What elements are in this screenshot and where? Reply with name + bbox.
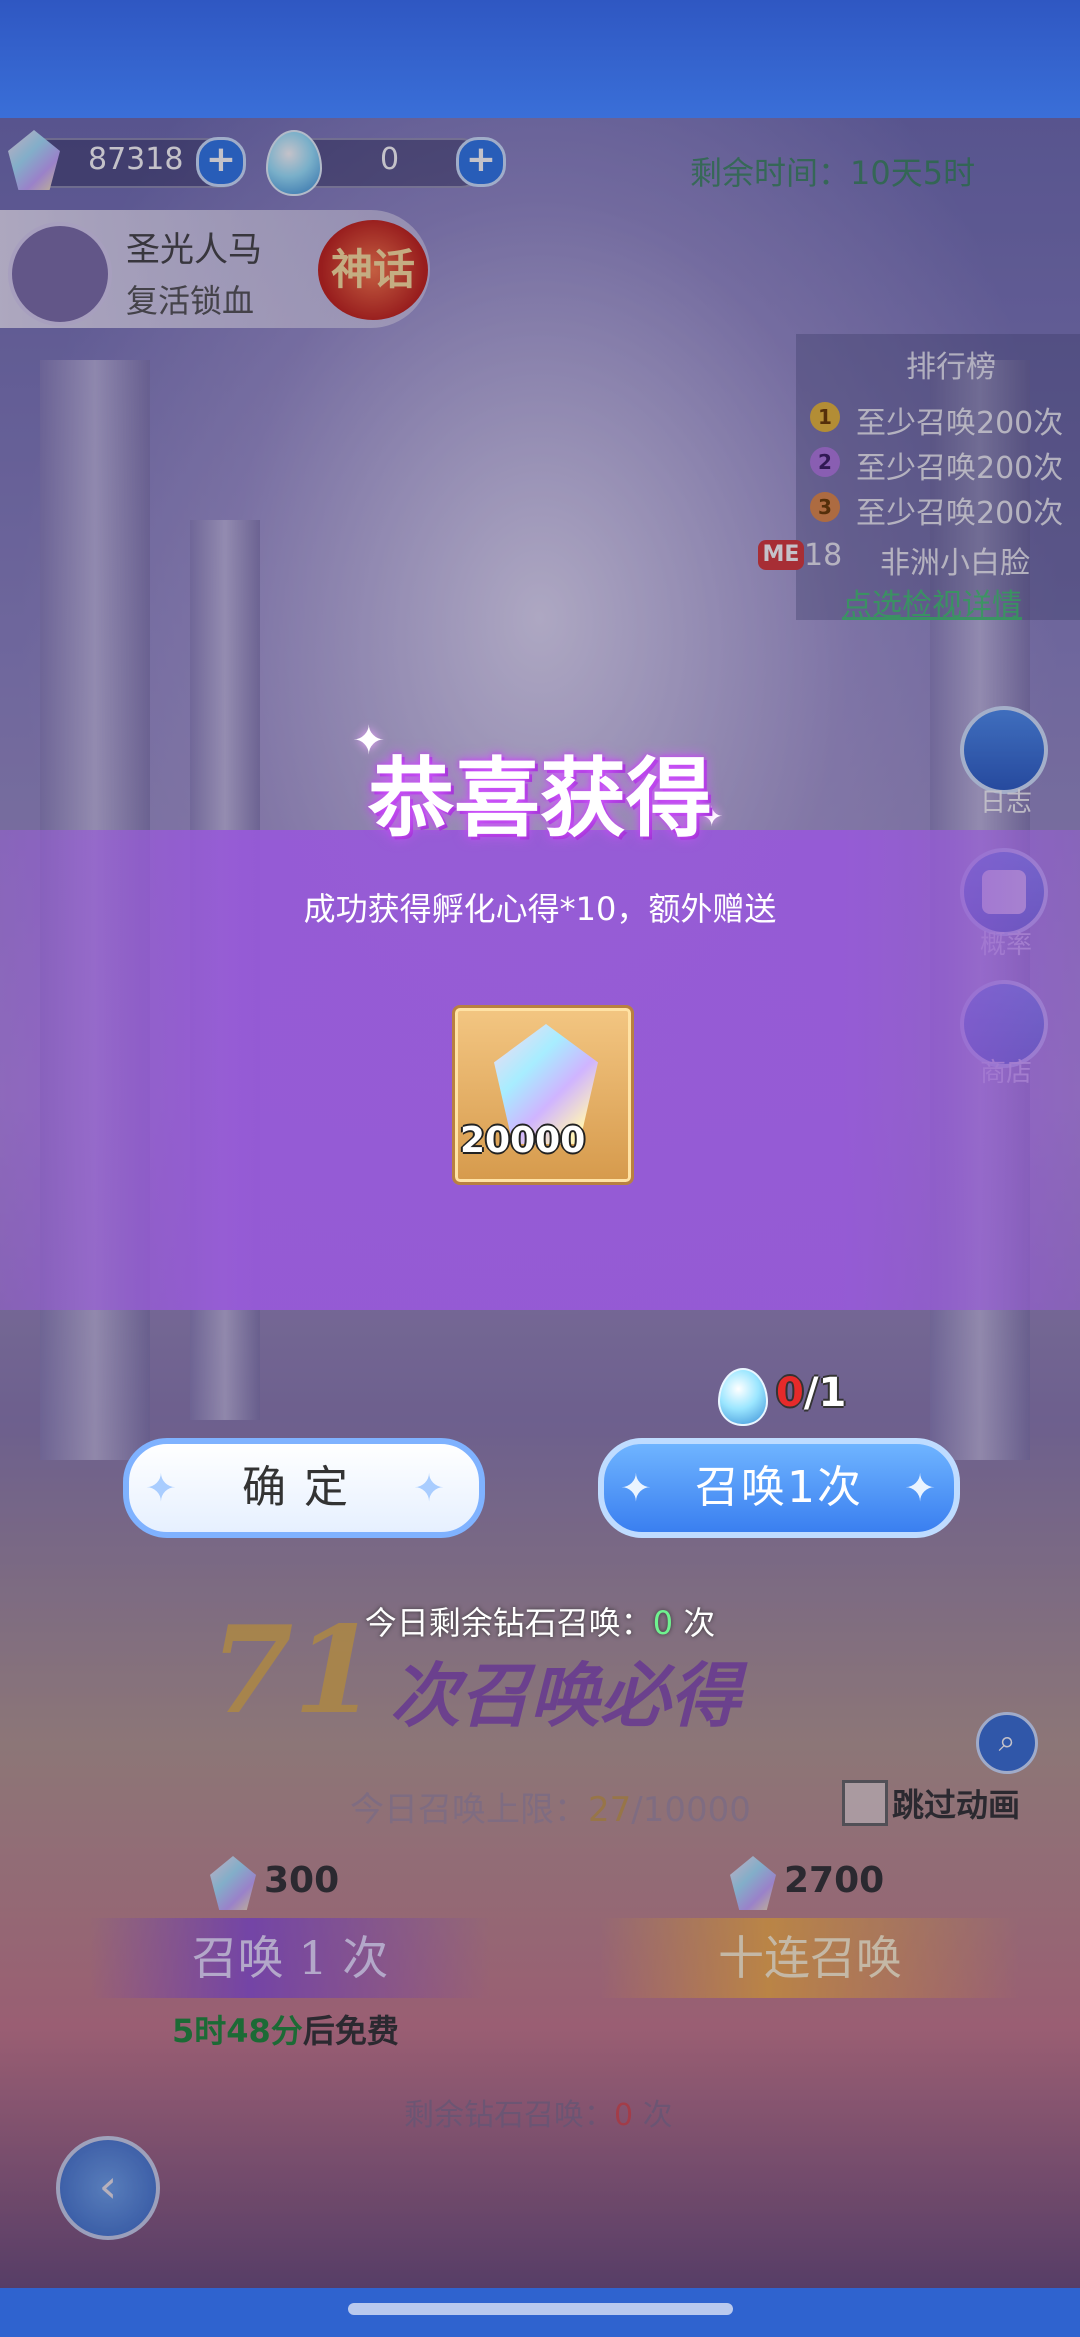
egg-cost: 0/1 [776, 1370, 847, 1416]
summon-once-label: 召唤1次 [695, 1462, 863, 1513]
sparkle-icon: ✦ [413, 1466, 463, 1510]
sparkle-icon: ✦ [620, 1466, 654, 1510]
sparkle-icon: ✦ [904, 1466, 938, 1510]
reward-item-count: 20000 [460, 1120, 586, 1161]
top-banner [0, 0, 1080, 118]
summon-once-button[interactable]: ✦ 召唤1次 ✦ [598, 1438, 960, 1538]
egg-cost-icon [718, 1368, 768, 1426]
home-indicator[interactable] [348, 2303, 733, 2315]
confirm-label: 确定 [242, 1462, 366, 1513]
sparkle-icon: ✦ [145, 1466, 195, 1510]
confirm-button[interactable]: ✦ 确定 ✦ [123, 1438, 485, 1538]
today-remaining-summons: 今日剩余钻石召唤：0 次 [364, 1604, 716, 1642]
reward-title: 恭喜获得 [368, 748, 712, 849]
reward-message: 成功获得孵化心得*10，额外赠送 [303, 890, 777, 928]
